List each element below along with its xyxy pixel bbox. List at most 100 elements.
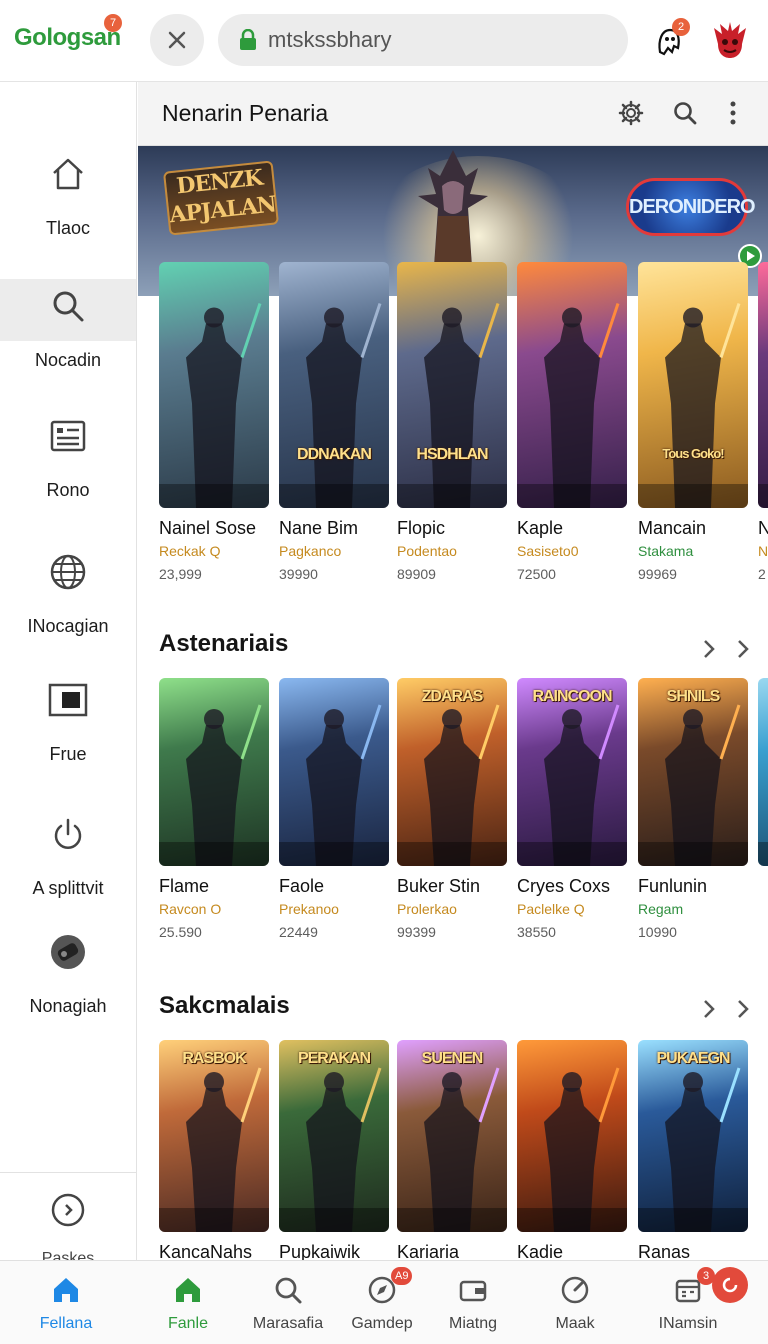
- game-card[interactable]: NN 2: [758, 262, 768, 582]
- character-art: [758, 484, 768, 508]
- nav-item-label: Fanle: [167, 1315, 209, 1332]
- card-art-title: PUKAEGN: [656, 1050, 730, 1067]
- character-art: [638, 303, 748, 508]
- scroll-right-button[interactable]: [732, 634, 754, 664]
- sidebar-item-split[interactable]: A splittvit: [0, 814, 136, 934]
- game-card[interactable]: HSDHLAN Flopic Podentao 89909: [397, 262, 507, 582]
- sidebar-item-label: Nonagiah: [29, 996, 107, 1016]
- card-thumbnail[interactable]: [758, 678, 768, 866]
- sidebar-item-globe[interactable]: INocagian: [0, 552, 136, 672]
- character-art: [159, 704, 269, 866]
- address-bar[interactable]: mtskssbhary: [218, 14, 628, 66]
- app-window: Gologsan 7 mtskssbhary 2 Tlaoc Nocadin R…: [0, 0, 768, 1344]
- sidebar-item-label: Tlaoc: [45, 218, 90, 238]
- bottom-nav: Fellana Fanle Marasafia Gamdep A9 Miatng Maak I…: [0, 1260, 768, 1344]
- forward-circle-icon: [48, 1190, 88, 1230]
- sidebar-divider: [0, 1172, 136, 1173]
- controller-icon: [48, 932, 88, 972]
- sidebar-item-label: Frue: [49, 744, 87, 764]
- card-title: KancaNahs: [159, 1242, 253, 1260]
- sidebar-item-label: A splittvit: [32, 878, 104, 898]
- game-card[interactable]: RAINCOON Cryes Coxs Paclelke Q 38550: [517, 678, 627, 940]
- game-card[interactable]: DDNAKAN Nane Bim Pagkanco 39990: [279, 262, 389, 582]
- header-search-button[interactable]: [670, 98, 700, 128]
- scroll-right-button[interactable]: [698, 994, 720, 1024]
- scroll-right-button[interactable]: [698, 634, 720, 664]
- settings-button[interactable]: [616, 98, 646, 128]
- card-thumbnail[interactable]: SHNILS: [638, 678, 748, 866]
- avatar[interactable]: [708, 18, 752, 62]
- card-title: Flopic: [397, 518, 446, 538]
- card-title: Kadie: [517, 1242, 564, 1260]
- gauge-icon: [558, 1273, 592, 1307]
- game-card[interactable]: RASBOK KancaNahs: [159, 1040, 269, 1260]
- card-thumbnail[interactable]: [279, 678, 389, 866]
- card-thumbnail[interactable]: DDNAKAN: [279, 262, 389, 508]
- card-subtitle: Pagkanco: [279, 543, 342, 559]
- card-thumbnail[interactable]: ZDARAS: [397, 678, 507, 866]
- record-button[interactable]: [712, 1267, 748, 1303]
- game-card[interactable]: Tous Goko! Mancain Stakama 99969: [638, 262, 748, 582]
- card-art-title: HSDHLAN: [416, 446, 488, 463]
- sidebar-item-search[interactable]: Nocadin: [0, 286, 136, 406]
- nav-item[interactable]: Miatng: [418, 1261, 528, 1344]
- card-art-title: ZDARAS: [421, 688, 484, 705]
- card-thumbnail[interactable]: Tous Goko!: [638, 262, 748, 508]
- nav-item[interactable]: Maak: [520, 1261, 630, 1344]
- game-card[interactable]: ZDARAS Buker Stin Prolerkao 99399: [397, 678, 507, 940]
- character-art: [397, 1067, 507, 1232]
- card-thumbnail[interactable]: [758, 262, 768, 508]
- more-vertical-icon: [730, 101, 736, 125]
- game-card[interactable]: [758, 678, 768, 876]
- card-title: Funlunin: [638, 876, 708, 896]
- card-thumbnail[interactable]: PUKAEGN: [638, 1040, 748, 1232]
- card-thumbnail[interactable]: SUENEN: [397, 1040, 507, 1232]
- page-header: Nenarin Penaria: [138, 82, 768, 146]
- card-thumbnail[interactable]: RASBOK: [159, 1040, 269, 1232]
- card-title: Kariaria: [397, 1242, 460, 1260]
- card-thumbnail[interactable]: HSDHLAN: [397, 262, 507, 508]
- card-subtitle: Regam: [638, 901, 684, 917]
- card-subtitle: Prekanoo: [279, 901, 339, 917]
- card-art-title: PERAKAN: [297, 1050, 371, 1067]
- sidebar-item-window[interactable]: Frue: [0, 680, 136, 800]
- game-card[interactable]: Nainel Sose Reckak Q 23,999: [159, 262, 269, 582]
- scroll-right-button[interactable]: [732, 994, 754, 1024]
- nav-item-label: Miatng: [448, 1315, 498, 1332]
- card-thumbnail[interactable]: [517, 1040, 627, 1232]
- card-thumbnail[interactable]: [159, 262, 269, 508]
- game-card[interactable]: SUENEN Kariaria: [397, 1040, 507, 1260]
- nav-item-label: Gamdep: [351, 1315, 413, 1332]
- card-thumbnail[interactable]: RAINCOON: [517, 678, 627, 866]
- chevron-right-icon: [704, 640, 715, 658]
- game-card[interactable]: SHNILS Funlunin Regam 10990: [638, 678, 748, 940]
- nav-item[interactable]: Fellana: [11, 1261, 121, 1344]
- card-art-title: RASBOK: [182, 1050, 246, 1067]
- character-art: [397, 303, 507, 508]
- chevron-right-icon: [738, 1000, 749, 1018]
- game-card[interactable]: Kadie: [517, 1040, 627, 1260]
- sidebar-item-home[interactable]: Tlaoc: [0, 154, 136, 274]
- game-card[interactable]: PERAKAN Pupkaiwik: [279, 1040, 389, 1260]
- card-thumbnail[interactable]: PERAKAN: [279, 1040, 389, 1232]
- game-card[interactable]: Faole Prekanoo 22449: [279, 678, 389, 940]
- more-button[interactable]: [718, 98, 748, 128]
- game-card[interactable]: Kaple Sasiseto0 72500: [517, 262, 627, 582]
- sidebar-item-controller[interactable]: Nonagiah: [0, 932, 136, 1052]
- close-button[interactable]: [150, 14, 204, 66]
- game-card[interactable]: Flame Ravcon O 25.590: [159, 678, 269, 940]
- nav-item-label: INamsin: [658, 1315, 718, 1332]
- nav-item[interactable]: Fanle: [133, 1261, 243, 1344]
- sidebar-item-label: Nocadin: [34, 350, 102, 370]
- sidebar-item-rono[interactable]: Rono: [0, 416, 136, 536]
- card-thumbnail[interactable]: [159, 678, 269, 866]
- url-text: mtskssbhary: [268, 27, 392, 52]
- close-icon: [168, 31, 186, 49]
- list-card-icon: [48, 416, 88, 456]
- card-count: 2: [758, 566, 766, 582]
- game-card[interactable]: PUKAEGN Ranas: [638, 1040, 748, 1260]
- card-thumbnail[interactable]: [517, 262, 627, 508]
- card-subtitle: Prolerkao: [397, 901, 457, 917]
- search-icon: [271, 1273, 305, 1307]
- chevron-right-icon: [704, 1000, 715, 1018]
